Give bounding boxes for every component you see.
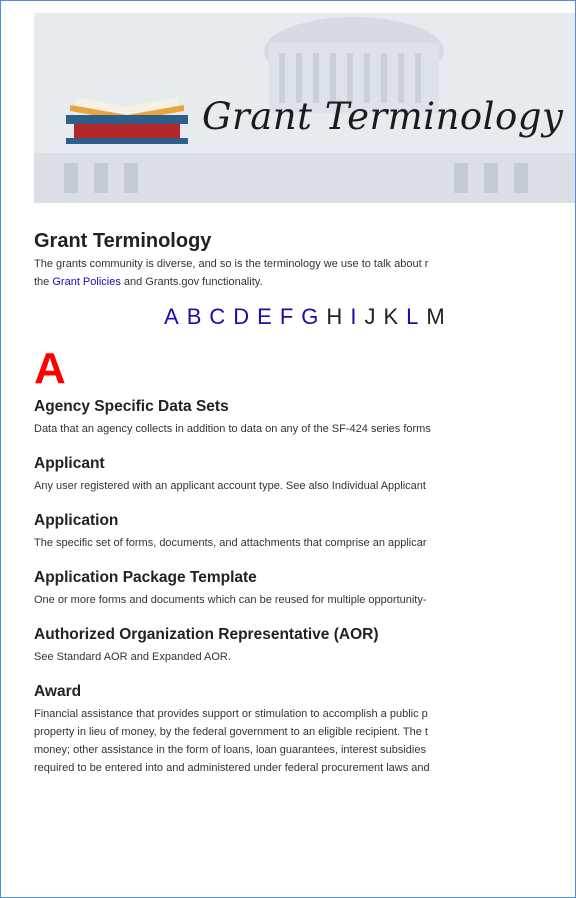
term-definition: Any user registered with an applicant ac… — [34, 480, 426, 492]
alphabet-letter-i[interactable]: I — [350, 304, 356, 329]
alphabet-letter-j: J — [364, 304, 376, 329]
term-item: Application Package Template One or more… — [34, 568, 575, 609]
alphabet-letter-d[interactable]: D — [233, 304, 249, 329]
term-item: Application The specific set of forms, d… — [34, 511, 575, 552]
term-definition: The specific set of forms, documents, an… — [34, 537, 427, 549]
alphabet-letter-m: M — [426, 304, 445, 329]
term-definition: Data that an agency collects in addition… — [34, 423, 431, 435]
term-title: Application Package Template — [34, 569, 257, 586]
alphabet-letter-b[interactable]: B — [187, 304, 202, 329]
term-title: Applicant — [34, 455, 105, 472]
page-frame: Grant Terminology Grant Terminology The … — [0, 0, 576, 898]
term-title: Award — [34, 683, 82, 700]
intro-prefix: the — [34, 276, 53, 288]
banner-title: Grant Terminology — [202, 95, 564, 138]
definition-line: property in lieu of money, by the federa… — [34, 726, 428, 738]
alphabet-letter-h: H — [326, 304, 343, 329]
page-title: Grant Terminology — [34, 230, 212, 252]
term-item: Applicant Any user registered with an ap… — [34, 454, 575, 495]
definition-line: money; other assistance in the form of l… — [34, 744, 426, 756]
open-book-icon — [66, 97, 188, 144]
alphabet-letter-a[interactable]: A — [164, 304, 179, 329]
section-letter-a: A — [34, 344, 66, 393]
term-item: Award Financial assistance that provides… — [34, 682, 575, 777]
term-item: Authorized Organization Representative (… — [34, 625, 575, 666]
alphabet-letter-e[interactable]: E — [257, 304, 272, 329]
term-item: Agency Specific Data Sets Data that an a… — [34, 397, 575, 438]
alphabet-letter-g[interactable]: G — [301, 304, 318, 329]
intro-suffix: and Grants.gov functionality. — [120, 276, 263, 288]
term-definition: See Standard AOR and Expanded AOR. — [34, 651, 231, 663]
alphabet-letter-k: K — [383, 304, 399, 329]
main-content: Grant Terminology The grants community i… — [34, 229, 575, 774]
definition-line: Financial assistance that provides suppo… — [34, 708, 428, 720]
term-title: Application — [34, 512, 119, 529]
intro-text: The grants community is diverse, and so … — [34, 255, 575, 291]
alphabet-letter-l[interactable]: L — [406, 304, 418, 329]
term-title: Agency Specific Data Sets — [34, 398, 229, 415]
term-definition: One or more forms and documents which ca… — [34, 594, 427, 606]
grant-policies-link[interactable]: Grant Policies — [52, 276, 120, 288]
term-title: Authorized Organization Representative (… — [34, 626, 379, 643]
term-list: Agency Specific Data Sets Data that an a… — [34, 397, 575, 793]
term-definition: Financial assistance that provides suppo… — [34, 705, 575, 777]
alphabet-index: ABCDEFGHIJKLM — [164, 304, 453, 330]
banner: Grant Terminology — [34, 13, 575, 203]
intro-line-1: The grants community is diverse, and so … — [34, 258, 429, 270]
definition-line: required to be entered into and administ… — [34, 762, 430, 774]
alphabet-letter-c[interactable]: C — [209, 304, 225, 329]
alphabet-letter-f[interactable]: F — [280, 304, 293, 329]
